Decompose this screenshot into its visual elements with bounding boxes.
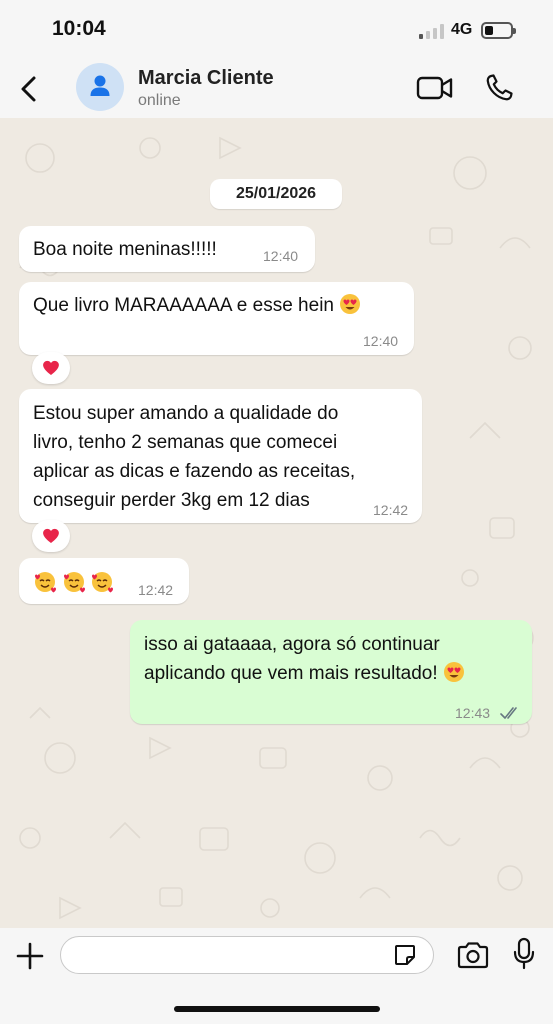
message-text: isso ai gataaaa, agora só continuar apli… xyxy=(144,630,465,688)
status-bar: 10:04 4G xyxy=(0,0,553,58)
chat-area[interactable]: 25/01/2026 Boa noite meninas!!!!! 12:40 … xyxy=(0,118,553,928)
mic-icon xyxy=(513,937,535,970)
reaction-badge[interactable] xyxy=(32,352,70,384)
incoming-message[interactable]: Estou super amando a qualidade do livro,… xyxy=(19,389,422,523)
voice-call-button[interactable] xyxy=(484,73,514,103)
message-time: 12:43 xyxy=(455,705,491,721)
message-time: 12:42 xyxy=(138,582,174,598)
message-input[interactable] xyxy=(60,936,434,974)
message-time: 12:42 xyxy=(373,502,409,518)
plus-icon xyxy=(16,942,44,970)
phone-icon xyxy=(486,74,513,101)
camera-button[interactable] xyxy=(456,940,490,970)
heart-icon xyxy=(43,360,59,375)
contact-status: online xyxy=(138,92,181,109)
status-time: 10:04 xyxy=(52,17,106,40)
smiling-face-with-hearts-emoji-icon xyxy=(35,572,113,593)
message-text: Que livro MARAAAAAA e esse hein xyxy=(33,291,361,320)
message-text-content: isso ai gataaaa, agora só continuar apli… xyxy=(144,634,440,684)
attach-button[interactable] xyxy=(14,940,46,972)
incoming-message[interactable]: 12:42 xyxy=(19,558,189,604)
message-text: Boa noite meninas!!!!! xyxy=(33,239,217,260)
sticker-icon xyxy=(395,945,415,965)
incoming-message[interactable]: Que livro MARAAAAAA e esse hein 12:40 xyxy=(19,282,414,355)
video-call-icon xyxy=(416,76,453,100)
avatar[interactable] xyxy=(76,63,124,111)
heart-icon xyxy=(43,528,59,543)
home-indicator xyxy=(174,1006,380,1012)
outgoing-message[interactable]: isso ai gataaaa, agora só continuar apli… xyxy=(130,620,532,724)
message-time: 12:40 xyxy=(263,248,299,264)
network-label: 4G xyxy=(451,21,473,38)
heart-eyes-emoji-icon xyxy=(443,662,464,682)
sticker-button[interactable] xyxy=(393,943,417,967)
message-text-content: Que livro MARAAAAAA e esse hein xyxy=(33,295,334,316)
incoming-message[interactable]: Boa noite meninas!!!!! 12:40 xyxy=(19,226,315,272)
composer-bar xyxy=(0,928,553,1024)
heart-eyes-emoji-icon xyxy=(340,294,361,314)
signal-icon xyxy=(419,23,445,39)
battery-level xyxy=(485,26,493,35)
mic-button[interactable] xyxy=(512,937,536,971)
double-check-icon xyxy=(500,707,517,719)
date-separator: 25/01/2026 xyxy=(210,179,342,209)
avatar-person-icon xyxy=(90,75,110,96)
battery-icon xyxy=(481,22,516,39)
camera-icon xyxy=(457,942,489,969)
chat-header: Marcia Cliente online xyxy=(0,58,553,118)
back-icon xyxy=(21,76,36,102)
contact-name[interactable]: Marcia Cliente xyxy=(138,67,274,90)
reaction-badge[interactable] xyxy=(32,520,70,552)
back-button[interactable] xyxy=(16,74,42,104)
message-time: 12:40 xyxy=(363,333,399,349)
message-text: Estou super amando a qualidade do livro,… xyxy=(33,403,356,511)
video-call-button[interactable] xyxy=(416,75,454,101)
